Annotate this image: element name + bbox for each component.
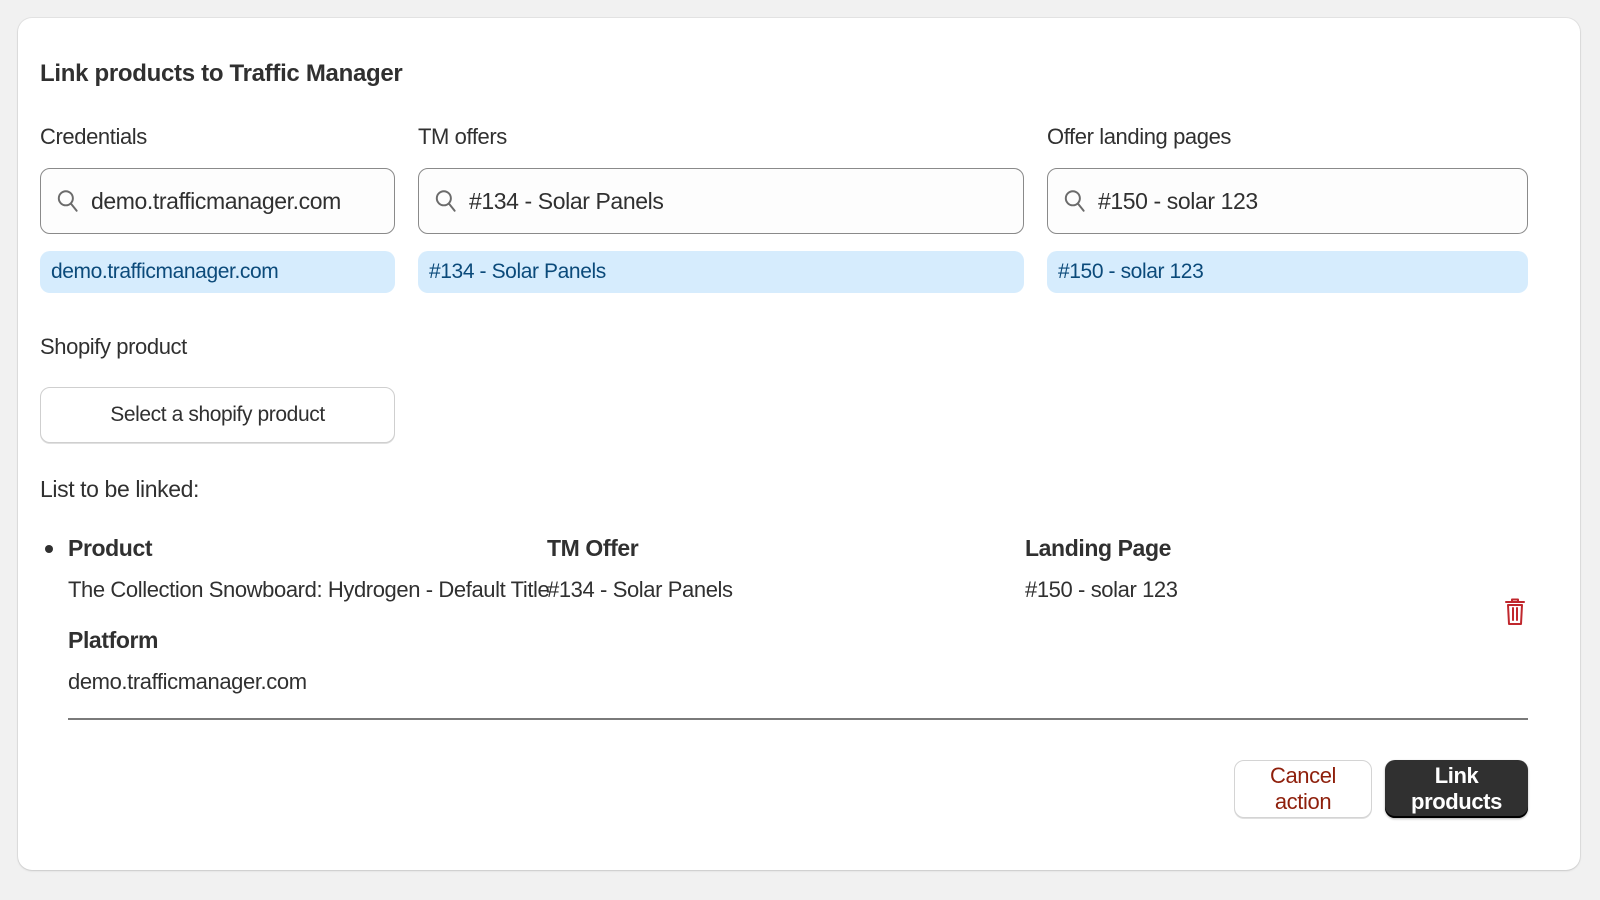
- credentials-search-input[interactable]: demo.trafficmanager.com: [40, 168, 395, 234]
- list-title: List to be linked:: [40, 476, 200, 502]
- list-bullet: [45, 545, 53, 553]
- landing-pages-selected-option[interactable]: #150 - solar 123: [1047, 251, 1528, 293]
- landing-pages-search-input[interactable]: #150 - solar 123: [1047, 168, 1528, 234]
- shopify-product-label: Shopify product: [40, 334, 187, 359]
- landing-page-value: #150 - solar 123: [1025, 577, 1178, 602]
- cancel-action-button[interactable]: Cancel action: [1234, 760, 1372, 818]
- platform-header: Platform: [68, 627, 159, 653]
- list-divider: [68, 718, 1528, 720]
- credentials-label: Credentials: [40, 124, 147, 149]
- product-header: Product: [68, 535, 153, 561]
- tm-offer-header: TM Offer: [547, 535, 639, 561]
- landing-pages-label: Offer landing pages: [1047, 124, 1232, 149]
- card-title: Link products to Traffic Manager: [40, 60, 403, 87]
- trash-icon: [1505, 598, 1525, 625]
- search-icon: [1064, 190, 1085, 212]
- select-shopify-product-button[interactable]: Select a shopify product: [40, 387, 395, 443]
- landing-page-header: Landing Page: [1025, 535, 1171, 561]
- platform-value: demo.trafficmanager.com: [68, 669, 307, 694]
- landing-pages-search-value: #150 - solar 123: [1098, 187, 1258, 214]
- tm-offer-value: #134 - Solar Panels: [547, 577, 733, 602]
- delete-item-button[interactable]: [1502, 596, 1528, 628]
- product-value: The Collection Snowboard: Hydrogen - Def…: [68, 577, 550, 602]
- link-products-card: Link products to Traffic Manager Credent…: [18, 18, 1580, 870]
- credentials-search-value: demo.trafficmanager.com: [91, 187, 341, 214]
- search-icon: [57, 190, 78, 212]
- search-icon: [435, 190, 456, 212]
- tm-offers-label: TM offers: [418, 124, 507, 149]
- credentials-selected-option[interactable]: demo.trafficmanager.com: [40, 251, 395, 293]
- tm-offers-search-input[interactable]: #134 - Solar Panels: [418, 168, 1024, 234]
- tm-offers-search-value: #134 - Solar Panels: [469, 187, 664, 214]
- link-products-button[interactable]: Link products: [1385, 760, 1528, 818]
- tm-offers-selected-option[interactable]: #134 - Solar Panels: [418, 251, 1024, 293]
